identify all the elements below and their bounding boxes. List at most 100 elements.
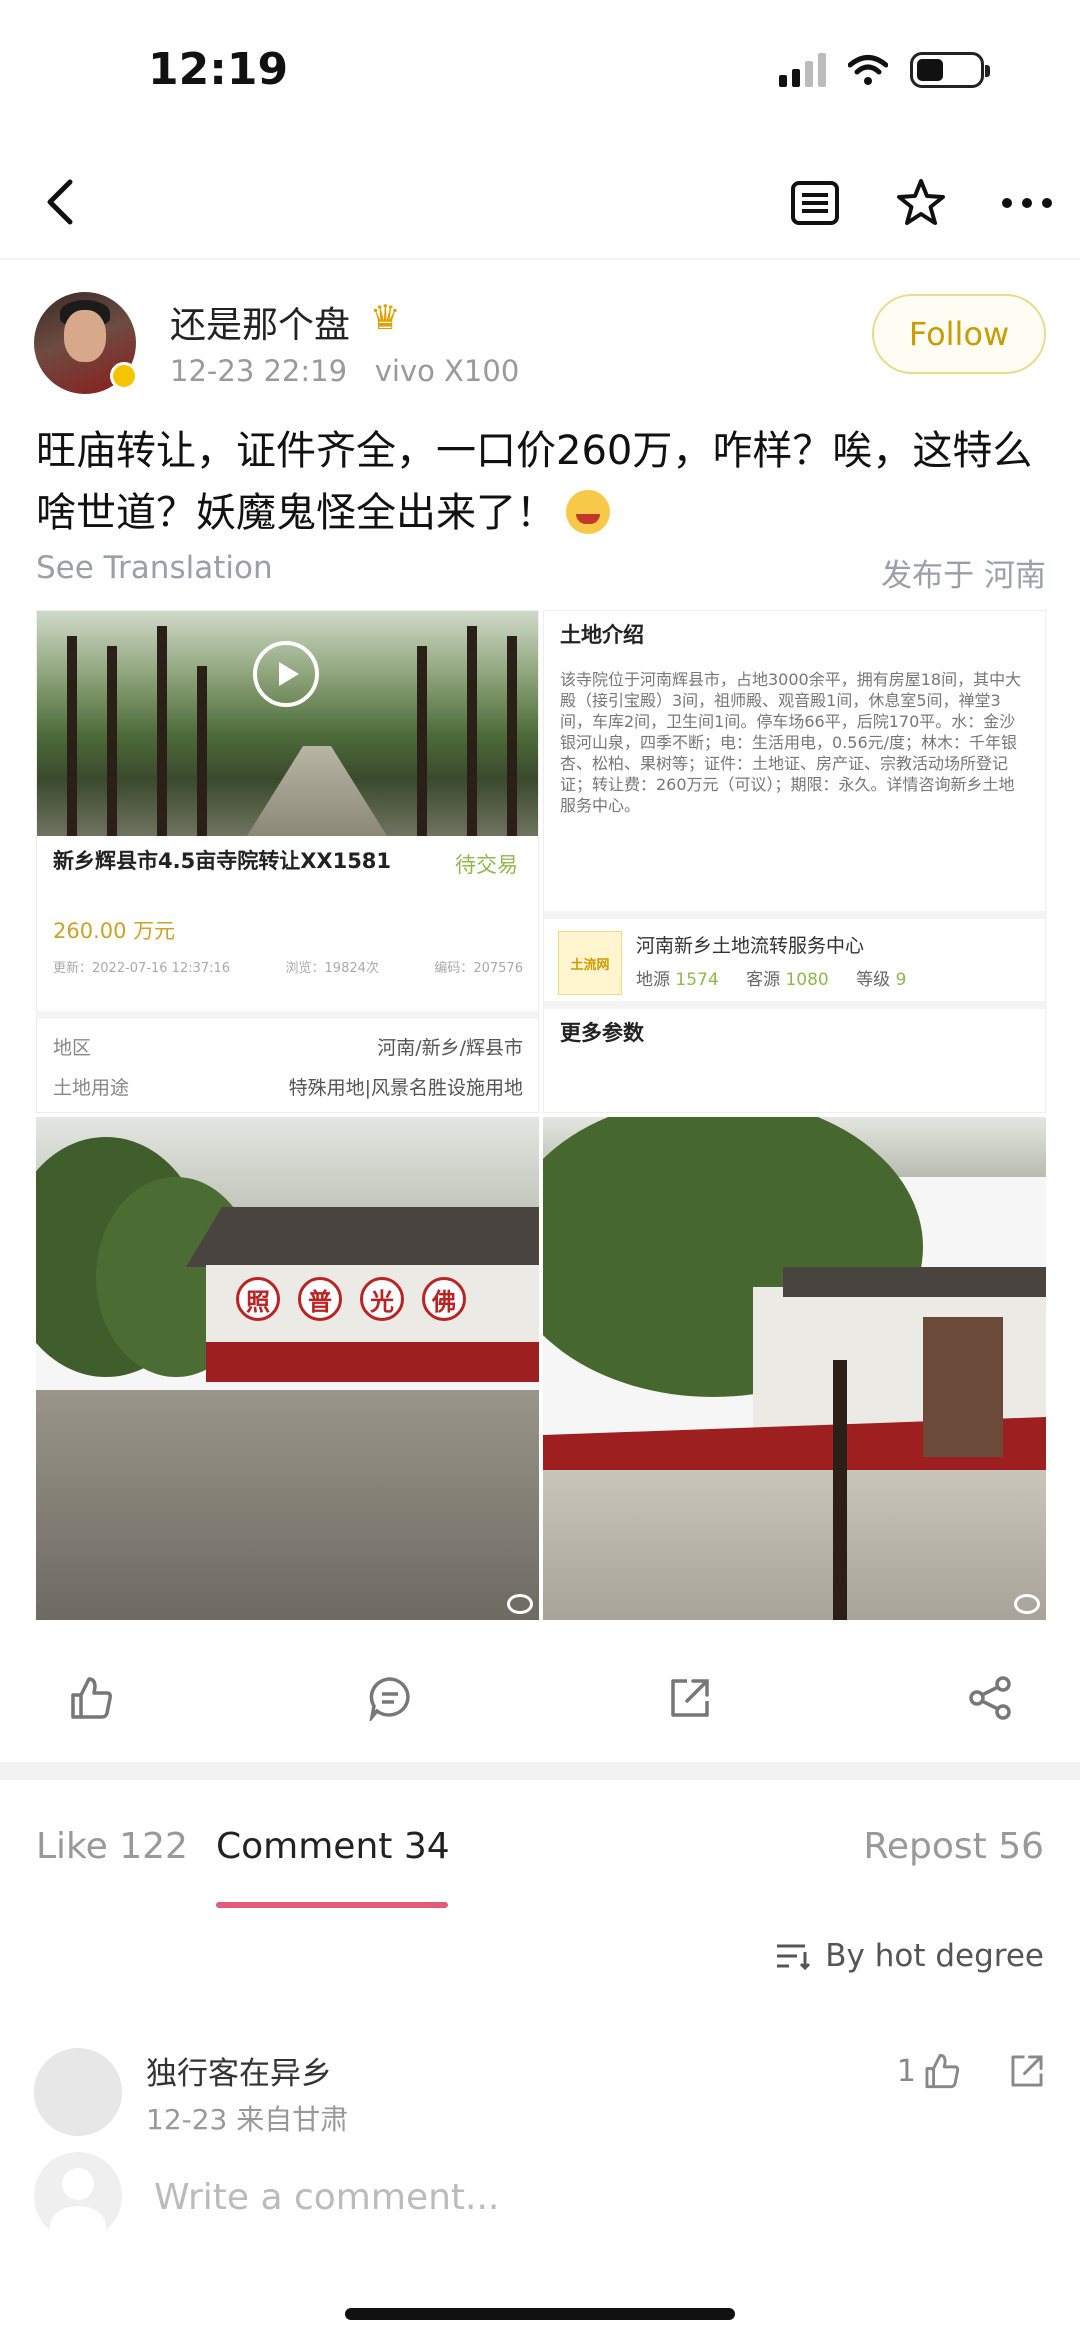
sort-icon (777, 1944, 811, 1971)
verified-badge-icon (110, 362, 138, 390)
comment-icon (369, 1677, 410, 1721)
like-icon (71, 1677, 112, 1719)
tab-repost[interactable]: Repost 56 (863, 1826, 1044, 1867)
comment-item: 独行客在异乡 12-23 来自甘肃 1 (0, 2040, 1080, 2150)
wifi-icon (848, 55, 888, 85)
land-use-value: 特殊用地|风景名胜设施用地 (288, 1077, 523, 1099)
listing-price: 260.00 万元 (53, 919, 176, 943)
photo-char-3: 光 (360, 1277, 404, 1321)
interaction-tabs: Like 122 Comment 34 Repost 56 (0, 1780, 1080, 1910)
customer-value: 1080 (785, 970, 829, 990)
listing-status: 待交易 (455, 853, 518, 877)
comment-like-count: 1 (896, 2053, 916, 2089)
published-location: 发布于 河南 (881, 558, 1046, 594)
share-button[interactable] (962, 1670, 1018, 1726)
write-comment-bar (0, 2148, 1080, 2248)
home-indicator[interactable] (345, 2308, 735, 2320)
service-center: 土流网 河南新乡土地流转服务中心 地源 1574 客源 1080 等级 9 (544, 911, 1045, 1001)
active-tab-indicator (216, 1902, 448, 1908)
sort-label: By hot degree (825, 1938, 1044, 1974)
commenter-name[interactable]: 独行客在异乡 (146, 2048, 332, 2093)
sort-button[interactable]: By hot degree (775, 1938, 1044, 1974)
section-divider (0, 1762, 1080, 1780)
comment-input[interactable] (154, 2170, 1014, 2224)
emoji-icon (566, 490, 610, 534)
star-icon (897, 179, 945, 225)
see-translation-link[interactable]: See Translation (36, 550, 273, 586)
photo-char-2: 普 (298, 1277, 342, 1321)
post-text: 旺庙转让，证件齐全，一口价260万，咋样？唉，这特么啥世道？妖魔鬼怪全出来了！ (36, 420, 1046, 544)
tab-comment[interactable]: Comment 34 (216, 1826, 450, 1867)
list-button[interactable] (784, 172, 846, 234)
more-params: 更多参数 (544, 1001, 1045, 1112)
comment-like-button[interactable]: 1 (897, 2052, 960, 2090)
comment-share-button[interactable] (1008, 2052, 1046, 2094)
status-bar: 12:19 (0, 0, 1080, 150)
region-label: 地区 (53, 1037, 92, 1059)
favorite-button[interactable] (890, 172, 952, 234)
service-center-name: 河南新乡土地流转服务中心 (636, 935, 865, 957)
weibo-watermark-icon (1014, 1594, 1040, 1614)
land-use-label: 土地用途 (53, 1077, 130, 1099)
post-device: vivo X100 (374, 354, 520, 388)
customer-label: 客源 (746, 970, 781, 990)
like-button[interactable] (62, 1670, 118, 1726)
repost-icon (1011, 2055, 1043, 2087)
land-info-body: 该寺院位于河南辉县市，占地3000余平，拥有房屋18间，其中大殿（接引宝殿）3间… (560, 670, 1022, 815)
region-value: 河南/新乡/辉县市 (377, 1037, 523, 1059)
crown-icon: ♛ (370, 298, 401, 338)
grid-image-listing[interactable]: 新乡辉县市4.5亩寺院转让XX1581 待交易 260.00 万元 更新：202… (36, 610, 539, 1113)
land-use-row: 土地用途 特殊用地|风景名胜设施用地 (53, 1073, 523, 1100)
region-row: 地区 河南/新乡/辉县市 (53, 1033, 523, 1060)
post-body: 旺庙转让，证件齐全，一口价260万，咋样？唉，这特么啥世道？妖魔鬼怪全出来了！ (36, 428, 1033, 536)
share-icon (969, 1676, 1011, 1720)
listing-footer: 更新：2022-07-16 12:37:16 浏览：19824次 编码：2075… (53, 957, 523, 976)
back-button[interactable] (32, 172, 92, 232)
service-center-logo: 土流网 (558, 931, 622, 995)
more-params-title: 更多参数 (560, 1021, 644, 1045)
status-icons (779, 52, 990, 88)
author-name[interactable]: 还是那个盘 (170, 296, 350, 348)
photo-char-1: 照 (236, 1277, 280, 1321)
post-meta: 12-23 22:19 vivo X100 (170, 354, 519, 388)
service-center-stats: 地源 1574 客源 1080 等级 9 (636, 965, 928, 990)
chevron-left-icon (47, 179, 73, 225)
more-icon (1002, 198, 1052, 208)
grid-image-temple-front[interactable]: 照 普 光 佛 (36, 1117, 539, 1620)
status-time: 12:19 (148, 44, 289, 95)
play-icon[interactable] (253, 641, 319, 707)
listing-views: 浏览：19824次 (285, 961, 379, 976)
tab-like[interactable]: Like 122 (36, 1826, 188, 1867)
repost-button[interactable] (662, 1670, 718, 1726)
follow-button[interactable]: Follow (872, 294, 1046, 374)
post-timestamp: 12-23 22:19 (170, 354, 348, 388)
list-icon (791, 181, 839, 225)
video-thumbnail[interactable] (37, 611, 538, 836)
land-info-title: 土地介绍 (560, 623, 644, 647)
like-icon (925, 2053, 960, 2089)
level-value: 9 (895, 970, 907, 990)
more-button[interactable] (996, 172, 1058, 234)
listing-attributes: 地区 河南/新乡/辉县市 土地用途 特殊用地|风景名胜设施用地 (37, 1011, 538, 1112)
image-grid: 新乡辉县市4.5亩寺院转让XX1581 待交易 260.00 万元 更新：202… (36, 610, 1046, 1620)
signal-icon (779, 53, 826, 87)
repost-icon (671, 1679, 709, 1717)
battery-icon (910, 52, 990, 88)
user-avatar (34, 2152, 122, 2240)
comment-button[interactable] (362, 1670, 418, 1726)
grid-image-land-info[interactable]: 土地介绍 该寺院位于河南辉县市，占地3000余平，拥有房屋18间，其中大殿（接引… (543, 610, 1046, 1113)
nav-bar (0, 150, 1080, 260)
listing-title: 新乡辉县市4.5亩寺院转让XX1581 (53, 849, 392, 873)
nav-actions (784, 172, 1058, 234)
weibo-watermark-icon (507, 1594, 533, 1614)
comment-meta: 12-23 来自甘肃 (146, 2103, 349, 2136)
post-actions (0, 1660, 1080, 1740)
level-label: 等级 (856, 970, 891, 990)
commenter-avatar[interactable] (34, 2048, 122, 2136)
listing-updated: 更新：2022-07-16 12:37:16 (53, 961, 231, 976)
author-header: 还是那个盘 ♛ 12-23 22:19 vivo X100 Follow (0, 282, 1080, 412)
source-label: 地源 (636, 970, 670, 990)
listing-code: 编码：207576 (434, 961, 523, 976)
grid-image-temple-courtyard[interactable] (543, 1117, 1046, 1620)
source-value: 1574 (675, 970, 719, 990)
